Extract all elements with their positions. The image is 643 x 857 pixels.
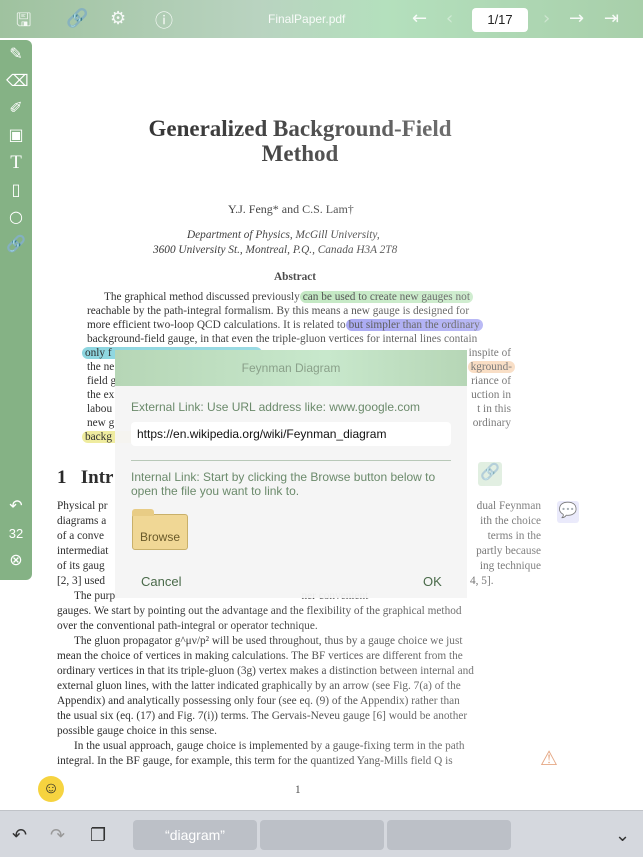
body-text: ith the choice bbox=[480, 515, 541, 527]
internal-link-label: Internal Link: Start by clicking the Bro… bbox=[131, 470, 436, 498]
prev-page-icon[interactable]: ‹ bbox=[446, 8, 453, 29]
close-icon[interactable]: ⊗ bbox=[6, 550, 26, 569]
paste-icon[interactable]: ❐ bbox=[90, 825, 106, 846]
dialog-title: Feynman Diagram bbox=[115, 350, 467, 386]
body-text: over the conventional path-integral or o… bbox=[57, 620, 318, 632]
body-text: ing technique bbox=[479, 560, 541, 572]
smiley-annotation-icon[interactable]: ☺ bbox=[38, 776, 64, 802]
abstract-text: reachable by the path-integral formalism… bbox=[87, 305, 470, 317]
abstract-text: labou bbox=[87, 403, 113, 415]
chevron-down-icon[interactable]: ⌄ bbox=[615, 825, 630, 846]
pen-icon[interactable]: ✎ bbox=[6, 44, 26, 63]
forward-arrow-icon[interactable]: → bbox=[569, 8, 584, 29]
affiliation: Department of Physics, McGill University… bbox=[187, 229, 380, 241]
comment-icon[interactable]: ○ bbox=[6, 207, 26, 226]
body-text: 4, 5]. bbox=[470, 575, 494, 587]
exit-icon[interactable]: ⇥ bbox=[604, 8, 619, 29]
text-icon[interactable]: T bbox=[6, 152, 26, 174]
body-text: terms in the bbox=[487, 530, 541, 542]
settings-icon[interactable]: ⚙ bbox=[110, 8, 126, 29]
body-text: of its gaug bbox=[57, 560, 105, 572]
highlighter-icon[interactable]: ✐ bbox=[6, 98, 26, 117]
external-link-label: External Link: Use URL address like: www… bbox=[131, 400, 421, 414]
abstract-text: field g bbox=[87, 375, 117, 387]
keyboard-suggestion-bar: ↶ ↷ ❐ “diagram” ⌄ bbox=[0, 810, 643, 857]
undo-count: 32 bbox=[8, 526, 24, 541]
divider bbox=[131, 460, 451, 461]
affiliation-address: 3600 University St., Montreal, P.Q., Can… bbox=[153, 244, 398, 256]
abstract-text: riance of bbox=[471, 375, 511, 387]
body-text: dual Feynman bbox=[476, 500, 541, 512]
undo-icon[interactable]: ↶ bbox=[6, 496, 26, 515]
blue-highlight[interactable]: but simpler than the ordinary bbox=[345, 319, 483, 331]
warning-annotation-icon[interactable]: ⚠ bbox=[540, 746, 558, 771]
abstract-text: t in this bbox=[477, 403, 511, 415]
abstract-text: The graphical method discussed previousl… bbox=[104, 291, 300, 303]
body-text: intermediat bbox=[57, 545, 109, 557]
link-dialog: Feynman Diagram External Link: Use URL a… bbox=[115, 350, 467, 598]
abstract-text: inspite of bbox=[468, 347, 511, 359]
top-toolbar: 🖫 🔗 ⚙ ⓘ FinalPaper.pdf ← ‹ 1/17 › → ⇥ bbox=[0, 0, 643, 38]
page-number: 1 bbox=[295, 784, 301, 796]
body-text: Appendix) and analytically possessing on… bbox=[57, 695, 460, 707]
green-highlight[interactable]: can be used to create new gauges not bbox=[299, 291, 473, 303]
eraser-icon[interactable]: ⌫ bbox=[6, 71, 29, 90]
body-text: partly because bbox=[476, 545, 541, 557]
body-text: gauges. We start by pointing out the adv… bbox=[57, 605, 462, 617]
comment-annotation-icon[interactable]: 💬 bbox=[557, 501, 579, 523]
book-icon[interactable]: ▯ bbox=[6, 180, 26, 199]
back-arrow-icon[interactable]: ← bbox=[412, 8, 427, 29]
abstract-text: uction in bbox=[471, 389, 511, 401]
link-tool-icon[interactable]: 🔗 bbox=[6, 234, 26, 253]
info-icon[interactable]: ⓘ bbox=[155, 7, 173, 33]
orange-highlight[interactable]: kground- bbox=[467, 361, 515, 373]
body-text: diagrams a bbox=[57, 515, 107, 527]
suggestion-2[interactable] bbox=[260, 820, 384, 850]
link-icon[interactable]: 🔗 bbox=[66, 8, 88, 29]
body-text: Physical pr bbox=[57, 500, 108, 512]
abstract-text: more efficient two-loop QCD calculations… bbox=[87, 319, 346, 331]
annotation-tools-panel: ✎ ⌫ ✐ ▣ T ▯ ○ 🔗 ↶ 32 ⊗ bbox=[0, 40, 32, 580]
cancel-button[interactable]: Cancel bbox=[141, 574, 181, 589]
body-text: the usual six (eq. (17) and Fig. 7(i)) t… bbox=[57, 710, 468, 722]
ok-button[interactable]: OK bbox=[423, 574, 442, 589]
save-icon[interactable]: 🖫 bbox=[16, 8, 31, 38]
body-text: [2, 3] used bbox=[57, 575, 106, 587]
body-text: external gluon lines, with the latter in… bbox=[57, 680, 461, 692]
abstract-text: the ne bbox=[87, 361, 115, 373]
body-text: integral. In the BF gauge, for example, … bbox=[57, 755, 453, 767]
undo-icon[interactable]: ↶ bbox=[12, 825, 27, 846]
body-text: In the usual approach, gauge choice is i… bbox=[74, 740, 465, 752]
url-input[interactable] bbox=[131, 422, 451, 446]
redo-icon[interactable]: ↷ bbox=[50, 825, 65, 846]
document-title: FinalPaper.pdf bbox=[268, 12, 346, 26]
abstract-text: ordinary bbox=[472, 417, 511, 429]
page-indicator[interactable]: 1/17 bbox=[472, 8, 528, 32]
paper-title-line2: Method bbox=[261, 141, 339, 166]
abstract-heading: Abstract bbox=[274, 271, 317, 283]
body-text: ordinary vertices in that its triple-glu… bbox=[57, 665, 474, 677]
abstract-text: new g bbox=[87, 417, 115, 429]
abstract-text: background-field gauge, in that even the… bbox=[87, 333, 478, 345]
link-annotation-icon[interactable]: 🔗 bbox=[478, 462, 502, 486]
body-text: The gluon propagator g^μν/p² will be use… bbox=[74, 635, 463, 647]
body-text: of a conve bbox=[57, 530, 105, 542]
authors: Y.J. Feng* and C.S. Lam† bbox=[228, 202, 354, 216]
section-heading: 1 Intr bbox=[57, 467, 114, 488]
image-icon[interactable]: ▣ bbox=[6, 125, 26, 144]
suggestion-1[interactable]: “diagram” bbox=[133, 820, 257, 850]
body-text: possible gauge choice in this sense. bbox=[57, 725, 218, 737]
browse-button[interactable]: Browse bbox=[132, 509, 188, 550]
next-page-icon[interactable]: › bbox=[543, 8, 550, 29]
paper-title: Generalized Background-Field bbox=[148, 116, 452, 141]
abstract-text: the ex bbox=[87, 389, 115, 401]
suggestion-3[interactable] bbox=[387, 820, 511, 850]
body-text: mean the choice of vertices in making ca… bbox=[57, 650, 463, 662]
